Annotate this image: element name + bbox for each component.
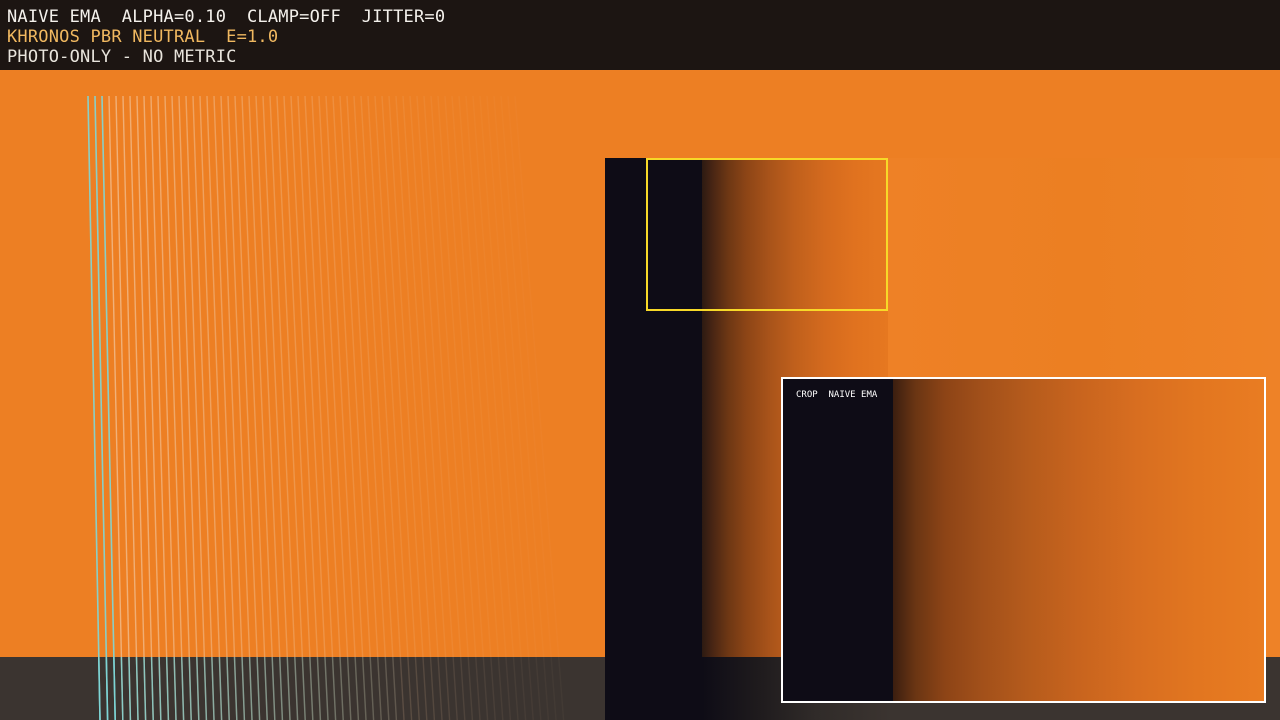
fence-line (115, 95, 132, 720)
fence-line (108, 95, 124, 720)
fence-line (276, 95, 306, 720)
fence-line-floor (316, 656, 322, 720)
fence-line-floor (324, 656, 329, 720)
fence-line-floor (98, 656, 101, 720)
fence-line-floor (361, 656, 367, 720)
fence-line-floor (233, 656, 238, 720)
fence-line-floor (384, 656, 390, 720)
fence-line (255, 95, 284, 720)
fence-line-floor (188, 656, 192, 720)
fence-line-floor (346, 656, 352, 720)
fence-line-floor (150, 656, 154, 720)
fence-line (388, 95, 428, 720)
inset-label: CROP NAIVE EMA (796, 390, 878, 400)
fence-line-floor (113, 656, 116, 720)
fence-line-floor (226, 656, 230, 720)
fence-line (94, 95, 109, 720)
fence-line-floor (173, 656, 177, 720)
fence-line-floor (339, 656, 344, 720)
inset-ghosting (893, 379, 1264, 701)
crop-region-box (646, 158, 888, 311)
fence-line-floor (294, 656, 299, 720)
fence-line (136, 95, 154, 720)
fence-line-floor (196, 656, 200, 720)
fence-line-floor (392, 656, 398, 720)
fence-line-floor (218, 656, 223, 720)
fence-line (241, 95, 268, 720)
fence-line (472, 95, 519, 720)
fence-line-floor (369, 656, 375, 720)
fence-line-floor (309, 656, 314, 720)
fence-line-floor (203, 656, 208, 720)
fence-line (157, 95, 177, 720)
fence-line (374, 95, 413, 720)
fence-line (150, 95, 170, 720)
fence-line (486, 95, 534, 720)
fence-line-floor (165, 656, 170, 720)
fence-line-floor (128, 656, 132, 720)
fence-line (122, 95, 139, 720)
fence-line (367, 95, 405, 720)
hud-overlay: NAIVE EMA ALPHA=0.10 CLAMP=OFF JITTER=0 … (0, 0, 1280, 70)
fence-line (500, 95, 550, 720)
fence-line (283, 95, 314, 720)
inset-pillar (783, 379, 893, 701)
fence-line-floor (278, 656, 284, 720)
fence-line-floor (135, 656, 139, 720)
fence-line (234, 95, 261, 720)
fence-line (514, 95, 565, 720)
fence-line-floor (105, 656, 109, 720)
fence-line-floor (241, 656, 246, 720)
fence-line-floor (301, 656, 306, 720)
fence-line (353, 95, 390, 720)
fence-line-floor (271, 656, 276, 720)
fence-line (339, 95, 375, 720)
hud-settings-line: NAIVE EMA ALPHA=0.10 CLAMP=OFF JITTER=0 (7, 7, 446, 27)
fence-line-floor (354, 656, 360, 720)
fence-line (87, 95, 101, 720)
hud-tonemap-line: KHRONOS PBR NEUTRAL E=1.0 (7, 27, 279, 47)
fence-line (479, 95, 527, 720)
fence-line (346, 95, 382, 720)
fence-line (129, 95, 147, 720)
fence-line (101, 95, 116, 720)
fence-line-floor (331, 656, 337, 720)
fence-line-floor (248, 656, 253, 720)
fence-line-floor (263, 656, 268, 720)
fence-line (248, 95, 276, 720)
fence-line (269, 95, 299, 720)
fence-line-floor (143, 656, 147, 720)
fence-line-floor (211, 656, 215, 720)
fence-line (227, 95, 253, 720)
fence-line-floor (376, 656, 382, 720)
fence-line (381, 95, 420, 720)
fence-line (395, 95, 436, 720)
hud-mode-line: PHOTO-ONLY - NO METRIC (7, 47, 237, 67)
fence-line-floor (120, 656, 124, 720)
fence-line (143, 95, 162, 720)
fence-line-floor (256, 656, 261, 720)
fence-line-floor (158, 656, 162, 720)
fence-line-floor (286, 656, 291, 720)
crop-inset: CROP NAIVE EMA (781, 377, 1266, 703)
fence-line (507, 95, 557, 720)
fence-line-floor (180, 656, 185, 720)
fence-line (360, 95, 398, 720)
fence-line (262, 95, 291, 720)
fence-line (493, 95, 542, 720)
